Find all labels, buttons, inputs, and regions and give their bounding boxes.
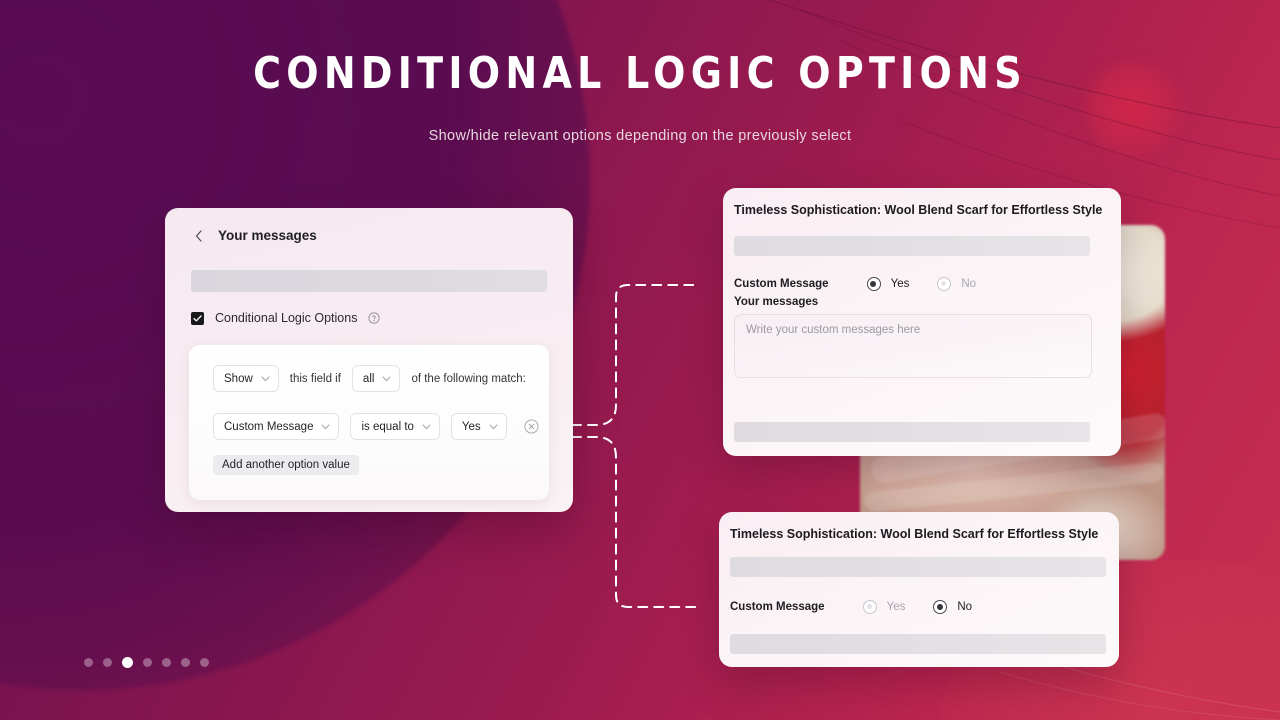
condition-value-select[interactable]: Yes xyxy=(450,413,507,440)
panel-title: Your messages xyxy=(218,228,317,243)
custom-message-label: Custom Message xyxy=(730,601,825,613)
chevron-down-icon xyxy=(261,375,270,381)
radio-yes[interactable] xyxy=(862,600,877,614)
chevron-down-icon xyxy=(489,423,498,429)
page-title: CONDITIONAL LOGIC OPTIONS xyxy=(253,48,1027,99)
add-option-value-button[interactable]: Add another option value xyxy=(213,455,359,475)
condition-value-text: Yes xyxy=(461,420,481,433)
placeholder-bar xyxy=(191,270,547,292)
preview-placeholder-bar-bottom xyxy=(730,634,1106,654)
chevron-down-icon xyxy=(422,423,431,429)
condition-operator-value: is equal to xyxy=(361,420,414,433)
radio-no-label: No xyxy=(961,278,977,290)
custom-message-textarea[interactable]: Write your custom messages here xyxy=(734,314,1092,378)
slide-canvas: CONDITIONAL LOGIC OPTIONS Show/hide rele… xyxy=(0,0,1280,720)
radio-yes[interactable] xyxy=(866,277,881,291)
rule-builder-card: Show this field if all of the following … xyxy=(189,345,549,500)
help-circle-icon[interactable] xyxy=(368,312,381,324)
textarea-placeholder: Write your custom messages here xyxy=(746,324,921,336)
your-messages-label: Your messages xyxy=(734,296,819,308)
action-select[interactable]: Show xyxy=(213,365,279,392)
radio-no-label: No xyxy=(957,601,973,613)
conditional-logic-toggle-row[interactable]: Conditional Logic Options xyxy=(191,311,381,325)
carousel-dot[interactable] xyxy=(84,658,93,667)
carousel-dot[interactable] xyxy=(103,658,112,667)
carousel-dot[interactable] xyxy=(162,658,171,667)
match-select-value: all xyxy=(362,372,375,385)
conditional-logic-checkbox[interactable] xyxy=(191,311,204,325)
radio-no[interactable] xyxy=(937,277,952,291)
preview-placeholder-bar-bottom xyxy=(734,422,1090,442)
radio-no[interactable] xyxy=(933,600,948,614)
condition-field-value: Custom Message xyxy=(224,420,314,433)
chevron-down-icon xyxy=(382,375,391,381)
action-select-value: Show xyxy=(224,372,253,385)
condition-operator-select[interactable]: is equal to xyxy=(350,413,440,440)
custom-message-radio-row: Custom Message Yes No xyxy=(734,277,976,291)
condition-field-select[interactable]: Custom Message xyxy=(213,413,340,440)
radio-yes-label: Yes xyxy=(890,278,910,290)
carousel-dot[interactable] xyxy=(181,658,190,667)
preview-card-no: Timeless Sophistication: Wool Blend Scar… xyxy=(719,512,1119,667)
preview-placeholder-bar-top xyxy=(730,557,1106,577)
match-select[interactable]: all xyxy=(351,365,401,392)
preview-card-yes: Timeless Sophistication: Wool Blend Scar… xyxy=(723,188,1121,456)
rule-row-primary: Show this field if all of the following … xyxy=(213,365,526,392)
rule-text-following-match: of the following match: xyxy=(411,372,526,385)
remove-circle-icon[interactable] xyxy=(524,419,539,434)
editor-panel: Your messages Conditional Logic Options … xyxy=(165,208,573,512)
chevron-left-icon[interactable] xyxy=(193,229,205,242)
carousel-dot[interactable] xyxy=(200,658,209,667)
check-icon xyxy=(193,314,202,321)
radio-yes-label: Yes xyxy=(886,601,906,613)
carousel-dots xyxy=(84,657,209,668)
carousel-dot-active[interactable] xyxy=(122,657,133,668)
rule-text-this-field-if: this field if xyxy=(289,372,341,385)
rule-row-condition: Custom Message is equal to Yes xyxy=(213,413,539,440)
page-subtitle: Show/hide relevant options depending on … xyxy=(428,128,852,144)
carousel-dot[interactable] xyxy=(143,658,152,667)
chevron-down-icon xyxy=(321,423,331,429)
preview-placeholder-bar-top xyxy=(734,236,1090,256)
conditional-logic-label: Conditional Logic Options xyxy=(215,311,358,325)
preview-product-title: Timeless Sophistication: Wool Blend Scar… xyxy=(734,203,1103,217)
panel-header: Your messages xyxy=(193,228,317,243)
preview-product-title: Timeless Sophistication: Wool Blend Scar… xyxy=(730,527,1099,541)
custom-message-label: Custom Message xyxy=(734,278,829,290)
custom-message-radio-row: Custom Message Yes No xyxy=(730,600,972,614)
